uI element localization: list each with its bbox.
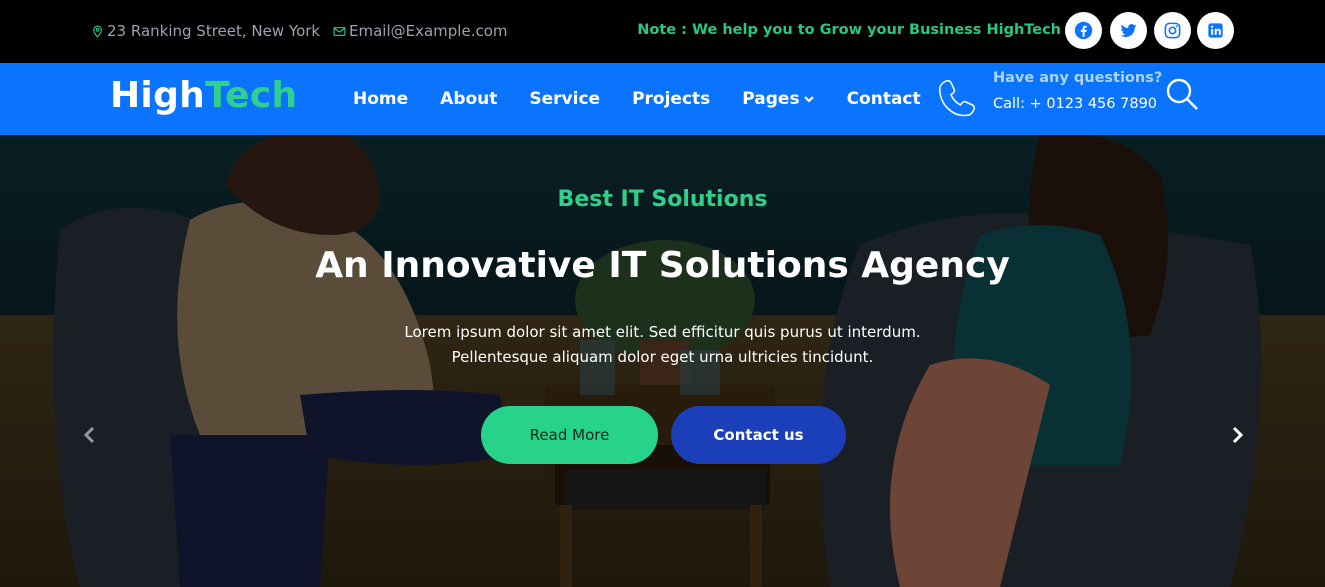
call-text[interactable]: Call: + 0123 456 7890 xyxy=(993,96,1157,112)
carousel-prev-button[interactable] xyxy=(80,425,100,445)
address-text: 23 Ranking Street, New York xyxy=(107,22,321,40)
nav-about[interactable]: About xyxy=(440,89,497,109)
chevron-left-icon xyxy=(83,426,95,444)
site-logo[interactable]: HighTech xyxy=(110,75,297,116)
main-navbar: HighTech Home About Service Projects Pag… xyxy=(0,63,1325,135)
read-more-button[interactable]: Read More xyxy=(481,406,658,464)
map-pin-icon xyxy=(93,25,102,38)
logo-main-text: High xyxy=(110,75,206,116)
nav-contact[interactable]: Contact xyxy=(847,89,921,109)
nav-pages[interactable]: Pages xyxy=(742,89,814,109)
twitter-icon xyxy=(1120,24,1137,37)
hero-carousel: Best IT Solutions An Innovative IT Solut… xyxy=(0,135,1325,587)
nav-projects[interactable]: Projects xyxy=(632,89,710,109)
email-item[interactable]: Email@Example.com xyxy=(333,22,508,40)
note-text: Note : We help you to Grow your Business… xyxy=(637,22,1061,38)
facebook-button[interactable] xyxy=(1065,12,1102,49)
nav-service[interactable]: Service xyxy=(529,89,600,109)
envelope-icon xyxy=(333,26,346,36)
hero-subtitle: Best IT Solutions xyxy=(557,187,768,212)
nav-pages-label: Pages xyxy=(742,89,800,109)
top-bar: 23 Ranking Street, New York Email@Exampl… xyxy=(0,0,1325,63)
chevron-down-icon xyxy=(803,96,814,103)
hero-title: An Innovative IT Solutions Agency xyxy=(315,245,1010,286)
carousel-next-button[interactable] xyxy=(1227,425,1247,445)
linkedin-icon xyxy=(1208,23,1223,38)
nav-links: Home About Service Projects Pages Contac… xyxy=(353,89,921,109)
contact-us-button[interactable]: Contact us xyxy=(671,406,846,464)
chevron-right-icon xyxy=(1232,426,1244,444)
nav-home[interactable]: Home xyxy=(353,89,408,109)
facebook-icon xyxy=(1074,21,1093,40)
questions-text: Have any questions? xyxy=(993,70,1163,86)
hero-description: Lorem ipsum dolor sit amet elit. Sed eff… xyxy=(0,320,1325,370)
hero-description-line-2: Pellentesque aliquam dolor eget urna ult… xyxy=(451,348,874,366)
linkedin-button[interactable] xyxy=(1197,12,1234,49)
search-icon[interactable] xyxy=(1163,75,1201,113)
instagram-button[interactable] xyxy=(1154,12,1191,49)
hero-description-line-1: Lorem ipsum dolor sit amet elit. Sed eff… xyxy=(404,323,921,341)
address-item: 23 Ranking Street, New York xyxy=(91,22,320,40)
twitter-button[interactable] xyxy=(1110,12,1147,49)
phone-icon xyxy=(935,76,981,122)
instagram-icon xyxy=(1164,22,1181,39)
email-text[interactable]: Email@Example.com xyxy=(349,22,508,40)
logo-accent-text: Tech xyxy=(205,75,298,116)
